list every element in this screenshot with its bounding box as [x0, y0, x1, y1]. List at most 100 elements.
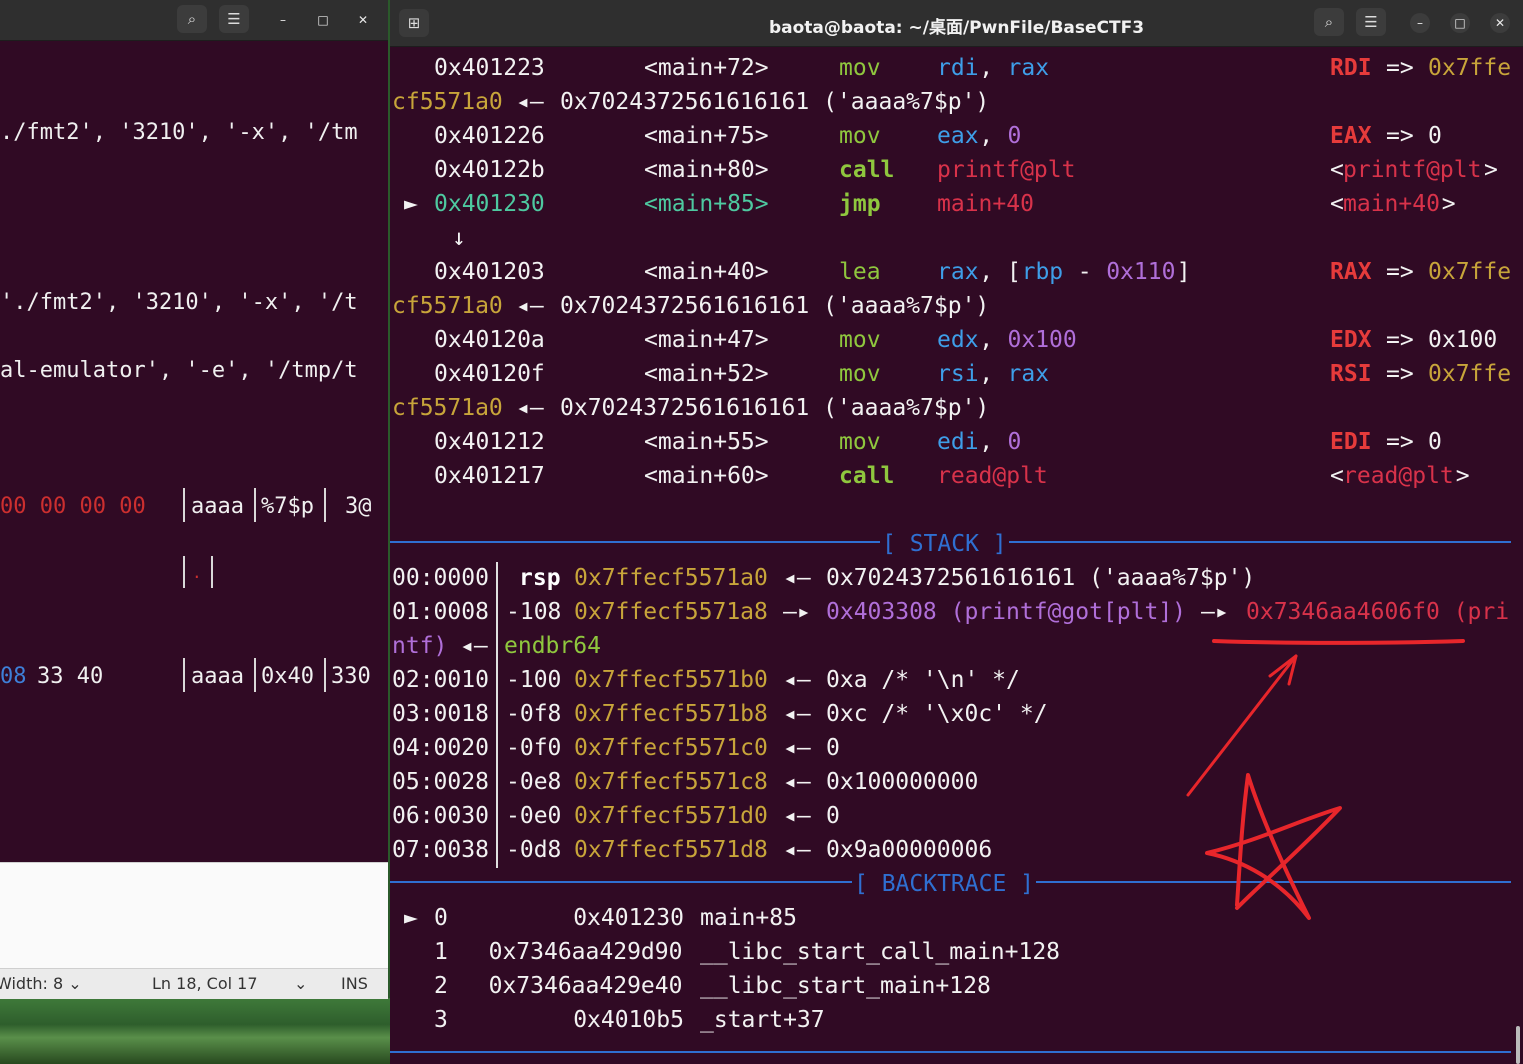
hex-divider [254, 658, 256, 692]
stack-row: 05:0028 -0e8 0x7ffecf5571c8 ◂— 0x100000000 [390, 765, 1523, 799]
menu-icon[interactable]: ☰ [1356, 8, 1386, 36]
current-instruction-marker: ► [404, 191, 418, 217]
instruction-symbol: <main+40> [644, 259, 769, 285]
instruction-operand: rsi [937, 361, 979, 387]
hex-bytes-row3-a: 08 [0, 664, 27, 689]
left-terminal-window[interactable]: ⌕ ☰ – □ ✕ ./fmt2', '3210', '-x', '/tm '.… [0, 0, 388, 862]
instruction-operand: , [979, 429, 1007, 455]
stack-arrow: ◂— [783, 565, 811, 591]
disasm-line: 0x401212 <main+55> mov edi, 0 EDI => 0 [390, 425, 1523, 459]
right-titlebar[interactable]: ⊞ baota@baota: ~/桌面/PwnFile/BaseCTF3 ⌕ ☰… [390, 0, 1523, 47]
hex-divider [324, 658, 326, 692]
left-line-2: './fmt2', '3210', '-x', '/t [0, 290, 358, 315]
stack-index: 06:0030 [392, 803, 489, 829]
insert-mode[interactable]: INS [341, 974, 368, 993]
disasm-line: 0x401203 <main+40> lea rax, [rbp - 0x110] RA… [390, 255, 1523, 289]
stack-address: 0x7ffecf5571a0 [574, 565, 768, 591]
stack-value: 0x403308 (printf@got[plt]) [826, 599, 1187, 625]
backtrace-row: 2 0x7346aa429e40 __libc_start_main+128 [390, 969, 1523, 1003]
instruction-operand: rax [937, 259, 979, 285]
stack-index: 07:0038 [392, 837, 489, 863]
register-name: EDX [1330, 327, 1372, 353]
disasm-line: 0x40122b <main+80> call printf@plt < printf@p… [390, 153, 1523, 187]
target-bracket: > [1441, 191, 1456, 217]
stack-offset: -0f0 [506, 735, 562, 761]
deref-arrow: ◂— [516, 395, 544, 421]
chevron-down-icon[interactable]: ⌄ [294, 974, 307, 993]
instruction-operand: , [979, 55, 1007, 81]
register-value: 0x7ffe [1428, 55, 1512, 81]
instruction-opcode: call [839, 463, 895, 489]
disasm-line: 0x401226 <main+75> mov eax, 0 EAX => 0 [390, 119, 1523, 153]
stack-offset: -100 [506, 667, 562, 693]
hex-bytes-row3-b: 33 40 [37, 664, 104, 689]
register-name: EDI [1330, 429, 1372, 455]
minimize-icon[interactable]: – [1410, 13, 1430, 33]
frame-number: 2 [434, 973, 448, 999]
maximize-icon[interactable]: □ [313, 10, 333, 30]
instruction-operand: edi [937, 429, 979, 455]
target-bracket: < [1330, 463, 1344, 489]
instruction-operand: - [1063, 259, 1106, 285]
tab-width-selector[interactable]: Width: 8 ⌄ [0, 974, 82, 993]
wrapped-address: cf5571a0 [392, 395, 503, 421]
stack-header: [ STACK ] [880, 527, 1009, 561]
stack-arrow: ◂— [783, 701, 811, 727]
stack-offset: rsp [519, 565, 561, 591]
instruction-address: 0x401230 [434, 191, 545, 217]
stack-arrow: ◂— [783, 769, 811, 795]
minimize-icon[interactable]: – [273, 10, 293, 30]
call-target: printf@plt [1343, 157, 1482, 183]
hex-bytes-row1: 00 00 00 00 [0, 494, 146, 519]
deref-value: 0x7024372561616161 ('aaaa%7$p') [560, 89, 990, 115]
cursor-position[interactable]: Ln 18, Col 17 [152, 974, 258, 993]
instruction-symbol: <main+75> [644, 123, 769, 149]
ascii-row2-dot: . [192, 563, 202, 582]
stack-wrapped-text: ntf) [392, 633, 448, 659]
scrollbar-thumb[interactable] [1516, 1026, 1520, 1064]
close-icon[interactable]: ✕ [1490, 13, 1510, 33]
register-arrow: => [1386, 259, 1414, 285]
hex-divider [183, 488, 185, 522]
right-terminal-window[interactable]: ⊞ baota@baota: ~/桌面/PwnFile/BaseCTF3 ⌕ ☰… [390, 0, 1523, 1064]
stack-index: 01:0008 [392, 599, 489, 625]
wrapped-address: cf5571a0 [392, 293, 503, 319]
register-arrow: => [1386, 327, 1414, 353]
deref-value: 0x7024372561616161 ('aaaa%7$p') [560, 395, 990, 421]
call-target: read@plt [1343, 463, 1454, 489]
instruction-operand: 0x110 [1106, 259, 1176, 285]
stack-value: 0 [826, 803, 840, 829]
stack-address: 0x7ffecf5571b8 [574, 701, 768, 727]
disasm-line: ► 0x401230 <main+85> jmp main+40 < main+40 > [390, 187, 1523, 221]
register-name: RAX [1330, 259, 1372, 285]
close-icon[interactable]: ✕ [353, 10, 373, 30]
left-titlebar[interactable]: ⌕ ☰ – □ ✕ [0, 0, 388, 41]
instruction-opcode: mov [839, 327, 881, 353]
search-icon[interactable]: ⌕ [1314, 8, 1344, 36]
frame-function: _start+37 [700, 1007, 825, 1033]
stack-address: 0x7ffecf5571b0 [574, 667, 768, 693]
menu-icon[interactable]: ☰ [219, 5, 249, 33]
stack-arrow: —▸ [1201, 599, 1229, 625]
search-icon[interactable]: ⌕ [177, 5, 207, 33]
frame-number: 3 [434, 1007, 448, 1033]
maximize-icon[interactable]: □ [1450, 13, 1470, 33]
stack-row: 07:0038 -0d8 0x7ffecf5571d8 ◂— 0x9a00000006 [390, 833, 1523, 867]
stack-value: endbr64 [504, 633, 601, 659]
deref-value: 0x7024372561616161 ('aaaa%7$p') [560, 293, 990, 319]
stack-index: 05:0028 [392, 769, 489, 795]
bottom-separator [390, 1051, 1511, 1053]
hex-divider [183, 556, 185, 588]
backtrace-row: 3 0x4010b5 _start+37 [390, 1003, 1523, 1037]
desktop-wallpaper [0, 998, 390, 1064]
stack-arrow: —▸ [783, 599, 811, 625]
disasm-line: cf5571a0 ◂— 0x7024372561616161 ('aaaa%7$p'… [390, 391, 1523, 425]
hex-divider [211, 556, 213, 588]
instruction-opcode: jmp [839, 191, 881, 217]
stack-row: 00:0000 rsp 0x7ffecf5571a0 ◂— 0x702437256161… [390, 561, 1523, 595]
frame-function: __libc_start_call_main+128 [700, 939, 1061, 965]
stack-index: 00:0000 [392, 565, 489, 591]
stack-address: 0x7ffecf5571c8 [574, 769, 768, 795]
ascii-row3-b: 0x40 [261, 664, 314, 689]
instruction-operand: 0x100 [1007, 327, 1077, 353]
